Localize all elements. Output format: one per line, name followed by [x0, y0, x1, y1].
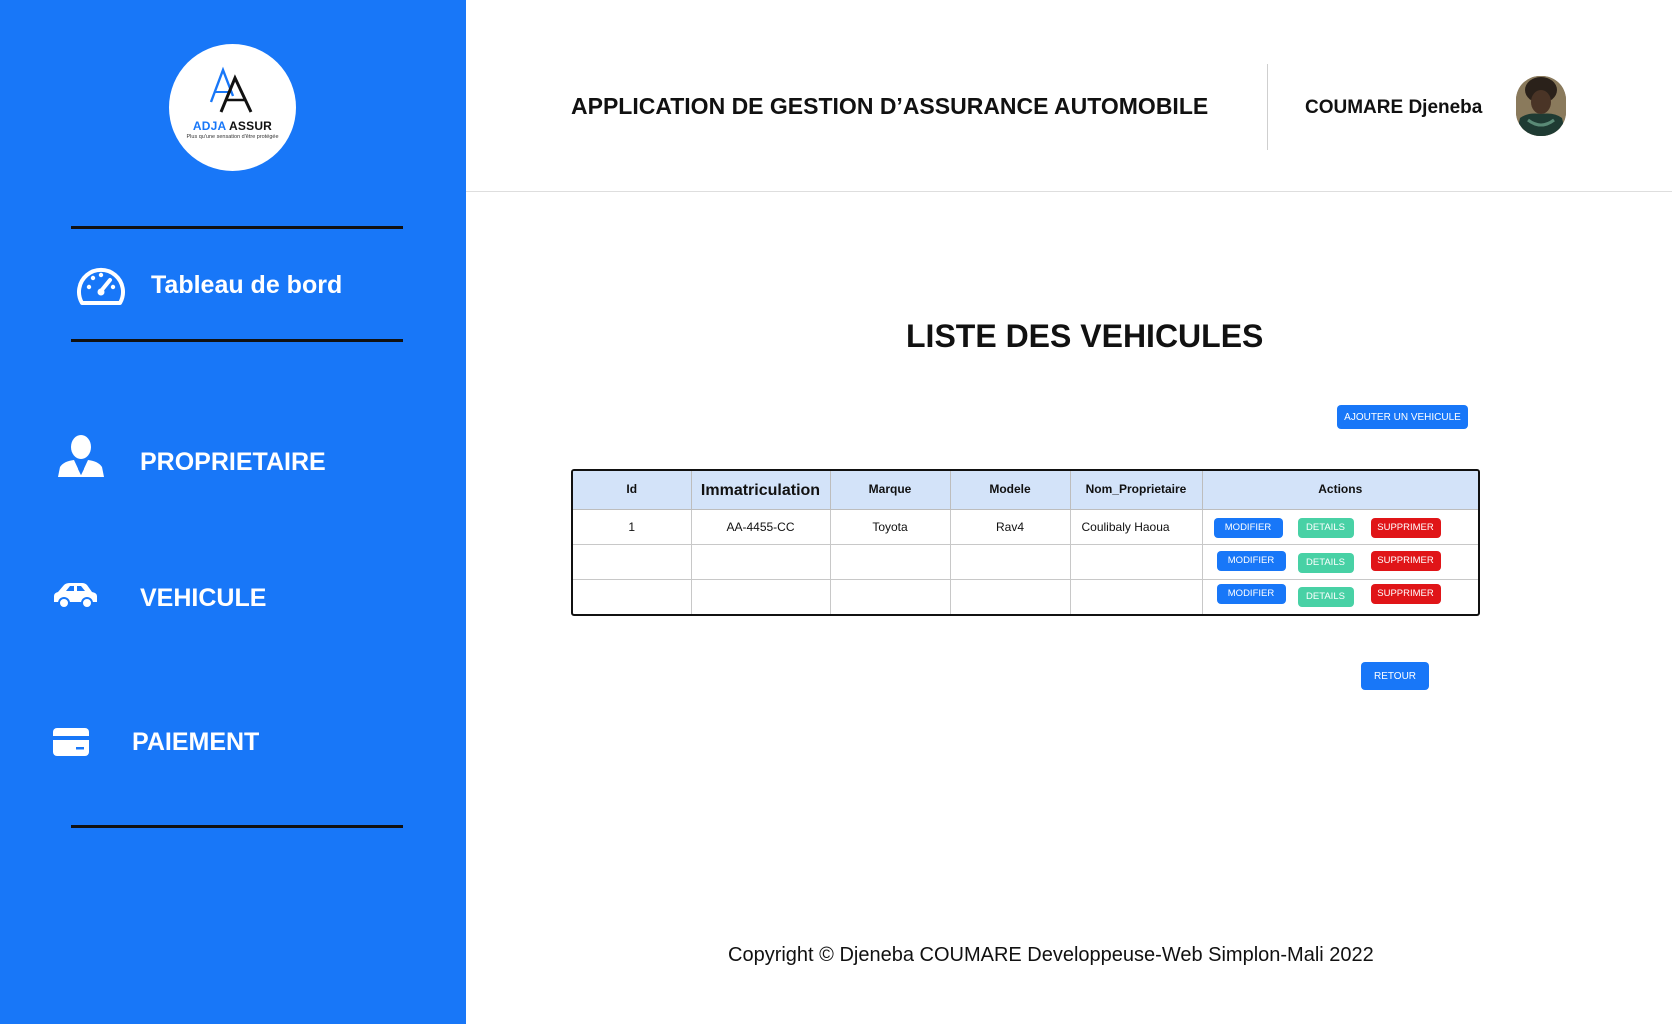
- cell-immatriculation: AA-4455-CC: [691, 509, 831, 545]
- top-header: APPLICATION DE GESTION D’ASSURANCE AUTOM…: [466, 0, 1672, 192]
- column-header-id: Id: [573, 471, 692, 510]
- app-logo[interactable]: ADJA ASSUR Plus qu'une sensation d'être …: [169, 44, 296, 171]
- table-row: MODIFIER DETAILS SUPPRIMER: [573, 544, 1478, 580]
- vehicles-table: Id Immatriculation Marque Modele Nom_Pro…: [571, 469, 1480, 616]
- cell-actions: MODIFIER DETAILS SUPPRIMER: [1202, 579, 1478, 614]
- delete-button[interactable]: SUPPRIMER: [1370, 550, 1441, 571]
- details-button[interactable]: DETAILS: [1297, 552, 1354, 573]
- cell-id: 1: [573, 509, 692, 545]
- cell-actions: MODIFIER DETAILS SUPPRIMER: [1202, 544, 1478, 580]
- cell-actions: MODIFIER DETAILS SUPPRIMER: [1202, 509, 1478, 545]
- details-button[interactable]: DETAILS: [1297, 517, 1354, 538]
- table-row: 1 AA-4455-CC Toyota Rav4 Coulibaly Haoua…: [573, 509, 1478, 545]
- header-divider: [1267, 64, 1268, 150]
- cell-marque: [830, 544, 951, 580]
- cell-proprietaire: Coulibaly Haoua: [1070, 509, 1203, 545]
- table-header-row: Id Immatriculation Marque Modele Nom_Pro…: [573, 471, 1478, 510]
- cell-proprietaire: [1070, 544, 1203, 580]
- user-icon: [58, 435, 104, 477]
- cell-modele: [950, 544, 1071, 580]
- credit-card-icon: [53, 728, 89, 756]
- column-header-proprietaire: Nom_Proprietaire: [1070, 471, 1203, 510]
- user-name[interactable]: COUMARE Djeneba: [1305, 97, 1482, 119]
- cell-immatriculation: [691, 544, 831, 580]
- column-header-actions: Actions: [1202, 471, 1478, 510]
- logo-mark-icon: [209, 66, 253, 113]
- cell-modele: Rav4: [950, 509, 1071, 545]
- table-row: MODIFIER DETAILS SUPPRIMER: [573, 579, 1478, 614]
- logo-name: ADJA ASSUR: [192, 119, 273, 133]
- modify-button[interactable]: MODIFIER: [1216, 583, 1286, 604]
- cell-modele: [950, 579, 1071, 614]
- sidebar-divider: [71, 226, 403, 229]
- sidebar-item-label: VEHICULE: [140, 584, 267, 612]
- dashboard-gauge-icon: [77, 267, 125, 305]
- sidebar-item-label: Tableau de bord: [151, 271, 343, 299]
- column-header-marque: Marque: [830, 471, 951, 510]
- sidebar-divider: [71, 339, 403, 342]
- modify-button[interactable]: MODIFIER: [1216, 550, 1286, 571]
- column-header-modele: Modele: [950, 471, 1071, 510]
- user-avatar[interactable]: [1516, 76, 1566, 136]
- sidebar-item-label: PAIEMENT: [132, 728, 260, 756]
- delete-button[interactable]: SUPPRIMER: [1370, 583, 1441, 604]
- details-button[interactable]: DETAILS: [1297, 586, 1354, 607]
- delete-button[interactable]: SUPPRIMER: [1370, 517, 1441, 538]
- car-icon: [54, 583, 97, 609]
- column-header-immatriculation: Immatriculation: [691, 471, 831, 510]
- app-title: APPLICATION DE GESTION D’ASSURANCE AUTOM…: [571, 93, 1209, 119]
- add-vehicle-button[interactable]: AJOUTER UN VEHICULE: [1337, 405, 1468, 429]
- cell-immatriculation: [691, 579, 831, 614]
- cell-marque: Toyota: [830, 509, 951, 545]
- sidebar: ADJA ASSUR Plus qu'une sensation d'être …: [0, 0, 466, 1024]
- back-button[interactable]: RETOUR: [1361, 662, 1429, 690]
- footer-copyright: Copyright © Djeneba COUMARE Developpeuse…: [728, 944, 1374, 966]
- page-title: LISTE DES VEHICULES: [906, 318, 1264, 354]
- sidebar-divider: [71, 825, 403, 828]
- sidebar-item-label: PROPRIETAIRE: [140, 448, 326, 476]
- avatar-photo-icon: [1516, 76, 1566, 136]
- logo-tagline: Plus qu'une sensation d'être protégée: [186, 134, 279, 140]
- cell-id: [573, 579, 692, 614]
- cell-id: [573, 544, 692, 580]
- cell-marque: [830, 579, 951, 614]
- cell-proprietaire: [1070, 579, 1203, 614]
- modify-button[interactable]: MODIFIER: [1213, 517, 1283, 538]
